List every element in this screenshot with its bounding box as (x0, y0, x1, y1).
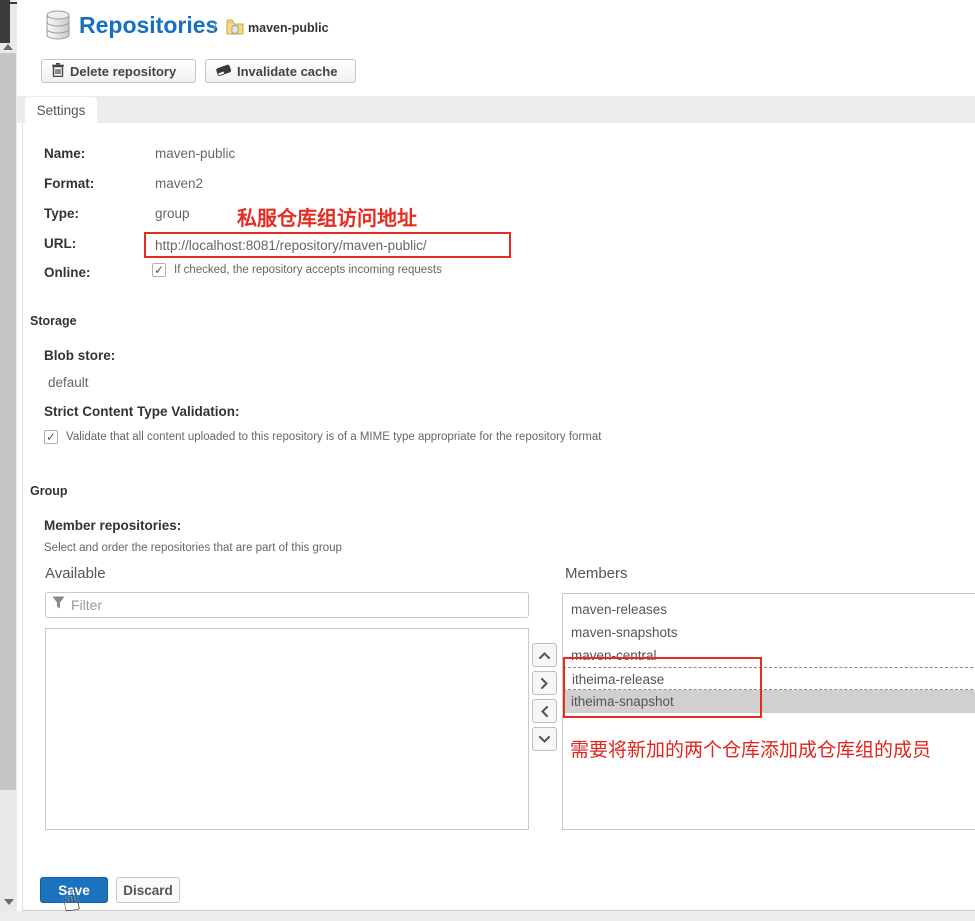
blob-store-value: default (48, 375, 89, 390)
type-value: group (155, 206, 190, 221)
invalidate-cache-button[interactable]: Invalidate cache (205, 59, 356, 83)
members-list[interactable]: maven-releases maven-snapshots maven-cen… (562, 593, 975, 830)
chevron-left-icon (541, 706, 548, 717)
url-label: URL: (44, 236, 76, 251)
format-label: Format: (44, 176, 94, 191)
members-annotation-text: 需要将新加的两个仓库添加成仓库组的成员 (570, 735, 931, 762)
scrollbar-up-arrow[interactable] (3, 44, 13, 50)
tab-settings[interactable]: Settings (25, 97, 97, 124)
chevron-right-icon (541, 678, 548, 689)
group-section-title: Group (30, 484, 68, 498)
breadcrumb-current: maven-public (248, 21, 329, 35)
filter-funnel-icon (52, 596, 65, 614)
trash-icon (52, 63, 64, 80)
online-checkbox-row: ✓ If checked, the repository accepts inc… (152, 263, 442, 277)
member-item[interactable]: maven-releases (563, 598, 975, 621)
member-item-selected[interactable]: itheima-snapshot (563, 690, 975, 713)
filter-input[interactable] (71, 597, 522, 613)
strict-validation-row: ✓ Validate that all content uploaded to … (44, 430, 601, 444)
move-down-button[interactable] (532, 727, 557, 751)
bottom-strip (0, 911, 975, 921)
member-item[interactable]: maven-central (563, 644, 975, 667)
online-help-text: If checked, the repository accepts incom… (174, 264, 442, 276)
page-header: Repositories / maven-public (17, 0, 975, 95)
invalidate-cache-label: Invalidate cache (237, 64, 337, 79)
chevron-down-icon (539, 736, 550, 743)
nexus-repository-settings-page: Repositories / maven-public (0, 0, 975, 921)
name-label: Name: (44, 146, 85, 161)
format-value: maven2 (155, 176, 203, 191)
blob-store-label: Blob store: (44, 348, 115, 363)
move-up-button[interactable] (532, 643, 557, 667)
strict-validation-label: Strict Content Type Validation: (44, 404, 240, 419)
delete-repository-label: Delete repository (70, 64, 176, 79)
discard-button[interactable]: Discard (116, 877, 180, 903)
breadcrumb-separator: / (213, 19, 217, 35)
storage-section-title: Storage (30, 314, 77, 328)
move-left-button[interactable] (532, 699, 557, 723)
scrollbar-thumb[interactable] (0, 53, 16, 790)
url-value[interactable]: http://localhost:8081/repository/maven-p… (155, 238, 427, 253)
available-column-header: Available (45, 565, 106, 582)
member-item[interactable]: maven-snapshots (563, 621, 975, 644)
member-repositories-help: Select and order the repositories that a… (44, 542, 342, 554)
save-button[interactable]: Save (40, 877, 108, 903)
url-annotation-text: 私服仓库组访问地址 (237, 202, 417, 231)
online-checkbox[interactable]: ✓ (152, 263, 166, 277)
scrollbar-down-arrow[interactable] (4, 899, 14, 905)
tab-bar (17, 96, 975, 123)
chevron-up-icon (539, 652, 550, 659)
delete-repository-button[interactable]: Delete repository (41, 59, 196, 83)
available-list[interactable] (45, 628, 529, 830)
type-label: Type: (44, 206, 79, 221)
repository-folder-icon (226, 19, 244, 40)
member-item-drag-target[interactable]: itheima-release (563, 667, 975, 690)
member-repositories-label: Member repositories: (44, 518, 181, 533)
database-icon (44, 10, 72, 45)
window-corner-artifact (0, 0, 10, 43)
name-value: maven-public (155, 146, 235, 161)
available-filter (45, 592, 529, 618)
strict-validation-checkbox[interactable]: ✓ (44, 430, 58, 444)
online-label: Online: (44, 265, 91, 280)
page-title[interactable]: Repositories (79, 12, 218, 39)
strict-validation-help: Validate that all content uploaded to th… (66, 431, 601, 443)
eraser-icon (216, 63, 231, 79)
move-right-button[interactable] (532, 671, 557, 695)
members-column-header: Members (565, 565, 628, 582)
